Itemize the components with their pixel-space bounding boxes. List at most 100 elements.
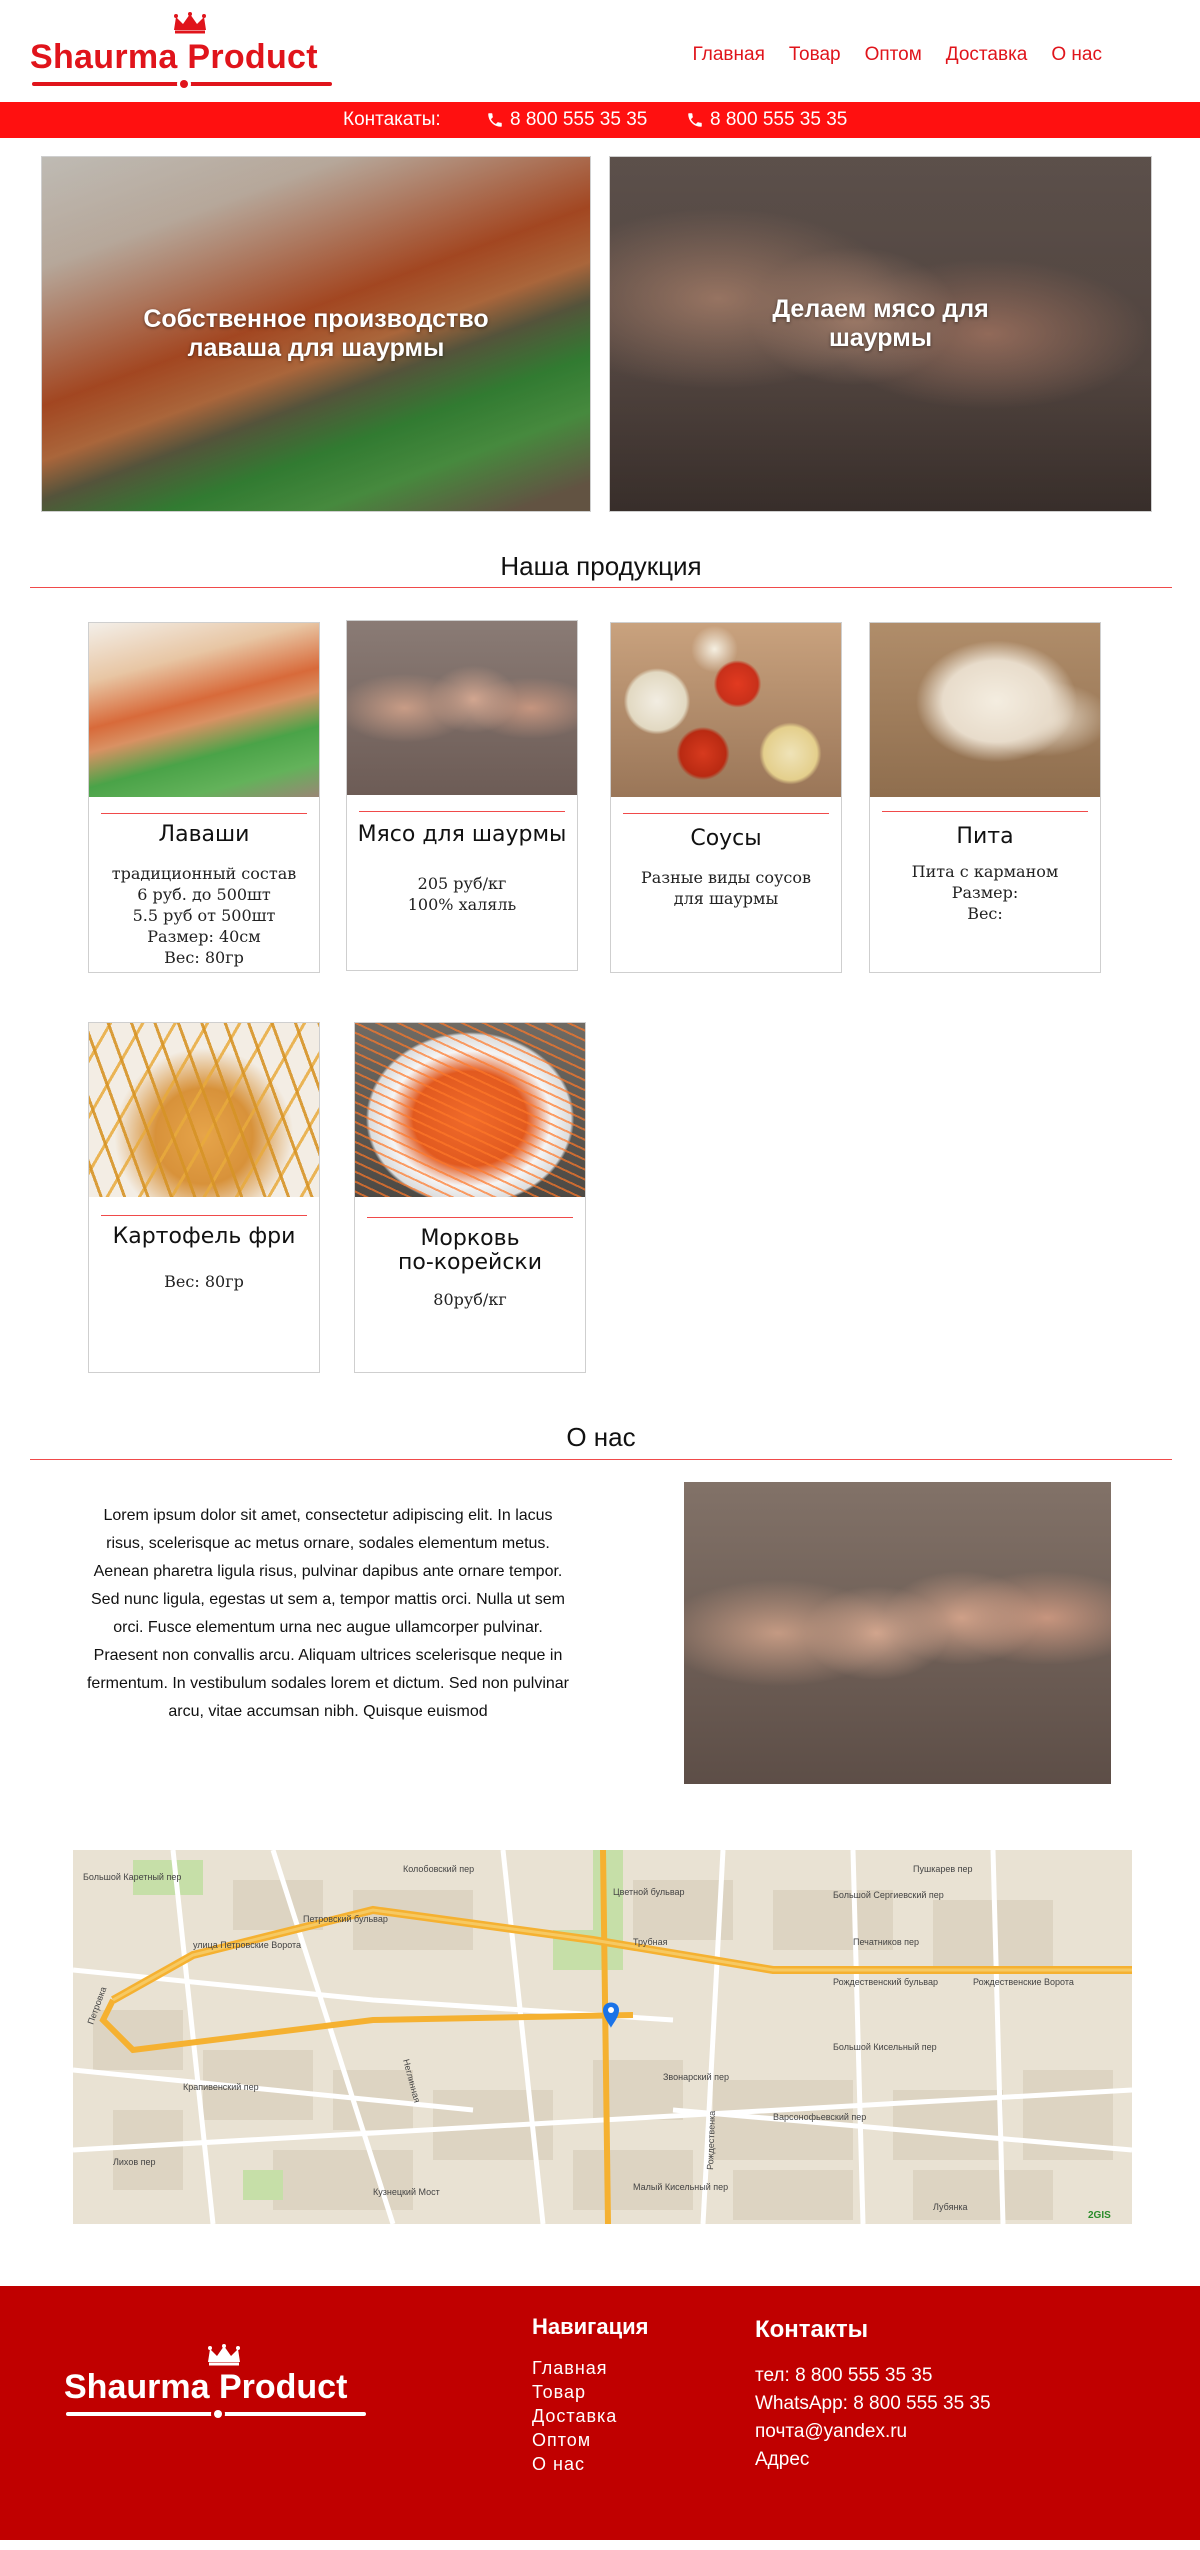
- product-card-meat[interactable]: Мясо для шаурмы 205 руб/кг 100% халяль: [346, 620, 578, 971]
- svg-text:Петровский бульвар: Петровский бульвар: [303, 1914, 388, 1924]
- product-desc-line: для шаурмы: [673, 889, 779, 908]
- phone-icon: [688, 113, 702, 127]
- footer-nav-title: Навигация: [532, 2314, 649, 2339]
- site-logo[interactable]: Shaurma Product: [30, 10, 340, 90]
- product-image: [355, 1023, 585, 1197]
- hero-caption-line: лаваша для шаурмы: [187, 334, 445, 362]
- section-divider: [30, 587, 1172, 588]
- product-desc-line: 5.5 руб от 500шт: [132, 906, 276, 925]
- product-card-sauces[interactable]: Соусы Разные виды соусов для шаурмы: [610, 622, 842, 973]
- product-title-line: по-корейски: [397, 1250, 542, 1275]
- brand-underline-dot: [180, 80, 188, 88]
- svg-text:улица Петровские Ворота: улица Петровские Ворота: [193, 1940, 301, 1950]
- product-description: 205 руб/кг 100% халяль: [347, 873, 577, 915]
- svg-text:Большой Кисельный пер: Большой Кисельный пер: [833, 2042, 937, 2052]
- product-desc-line: 6 руб. до 500шт: [137, 885, 271, 904]
- svg-text:Малый Кисельный пер: Малый Кисельный пер: [633, 2182, 728, 2192]
- footer-whatsapp[interactable]: WhatsApp: 8 800 555 35 35: [755, 2390, 991, 2418]
- svg-text:Лубянка: Лубянка: [933, 2202, 968, 2212]
- nav-link-product[interactable]: Товар: [789, 44, 841, 66]
- phone-number-2: 8 800 555 35 35: [710, 109, 848, 130]
- phone-link-1[interactable]: 8 800 555 35 35: [486, 109, 647, 131]
- svg-text:Большой Сергиевский пер: Большой Сергиевский пер: [833, 1890, 944, 1900]
- product-title: Морковь по-корейски: [355, 1227, 585, 1275]
- site-header: Shaurma Product Главная Товар Оптом Дост…: [0, 0, 1200, 102]
- card-divider: [101, 1215, 307, 1216]
- product-card-fries[interactable]: Картофель фри Вес: 80гр: [88, 1022, 320, 1373]
- footer-nav-link-wholesale[interactable]: Оптом: [532, 2428, 617, 2452]
- phone-link-2[interactable]: 8 800 555 35 35: [686, 109, 847, 131]
- product-card-lavash[interactable]: Лаваши традиционный состав 6 руб. до 500…: [88, 622, 320, 973]
- main-nav: Главная Товар Оптом Доставка О нас: [693, 44, 1102, 66]
- product-description: 80руб/кг: [355, 1289, 585, 1310]
- card-divider: [101, 813, 307, 814]
- contact-bar-label: Контакаты:: [343, 109, 441, 130]
- svg-text:Варсонофьевский пер: Варсонофьевский пер: [773, 2112, 866, 2122]
- product-desc-line: 80руб/кг: [433, 1290, 507, 1309]
- product-card-pita[interactable]: Пита Пита с карманом Размер: Вес:: [869, 622, 1101, 973]
- footer-nav-link-about[interactable]: О нас: [532, 2452, 617, 2476]
- footer-contacts: тел: 8 800 555 35 35 WhatsApp: 8 800 555…: [755, 2362, 991, 2474]
- hero-banner-meat[interactable]: Делаем мясо для шаурмы: [609, 156, 1152, 512]
- product-desc-line: Размер: 40см: [147, 927, 261, 946]
- product-image: [347, 621, 577, 795]
- product-title: Лаваши: [158, 822, 250, 847]
- footer-brand-name: Shaurma Product: [64, 2368, 348, 2406]
- product-desc-line: Пита с карманом: [911, 862, 1059, 881]
- product-description: Пита с карманом Размер: Вес:: [870, 861, 1100, 924]
- map-canvas: Петровский бульвар Рождественский бульва…: [73, 1850, 1132, 2224]
- product-image: [89, 623, 319, 797]
- footer-contacts-title: Контакты: [755, 2316, 869, 2343]
- svg-text:Крапивенский пер: Крапивенский пер: [183, 2082, 259, 2092]
- footer-phone[interactable]: тел: 8 800 555 35 35: [755, 2362, 991, 2390]
- product-description: Разные виды соусов для шаурмы: [611, 867, 841, 909]
- nav-link-about[interactable]: О нас: [1051, 44, 1102, 66]
- brand-name: Shaurma Product: [30, 38, 318, 76]
- product-card-carrot[interactable]: Морковь по-корейски 80руб/кг: [354, 1022, 586, 1373]
- hero-banner-lavash[interactable]: Собственное производство лаваша для шаур…: [41, 156, 591, 512]
- product-title: Картофель фри: [112, 1224, 296, 1249]
- product-desc-line: традиционный состав: [111, 864, 297, 883]
- phone-icon: [488, 113, 502, 127]
- svg-text:Звонарский пер: Звонарский пер: [663, 2072, 729, 2082]
- footer-nav-link-home[interactable]: Главная: [532, 2356, 617, 2380]
- footer-nav: Главная Товар Доставка Оптом О нас: [532, 2356, 617, 2476]
- svg-text:Рождественский бульвар: Рождественский бульвар: [833, 1977, 938, 1987]
- footer-address: Адрес: [755, 2449, 810, 2470]
- nav-link-home[interactable]: Главная: [693, 44, 765, 66]
- svg-text:Лихов пер: Лихов пер: [113, 2157, 156, 2167]
- product-desc-line: Разные виды соусов: [641, 868, 811, 887]
- footer-logo[interactable]: Shaurma Product: [64, 2342, 374, 2422]
- contact-bar: Контакаты: 8 800 555 35 35 8 800 555 35 …: [0, 102, 1200, 138]
- hero-caption-line: Делаем мясо для: [772, 295, 989, 323]
- svg-text:Колобовский пер: Колобовский пер: [403, 1864, 474, 1874]
- svg-text:Рождественские Ворота: Рождественские Ворота: [973, 1977, 1074, 1987]
- crown-icon: [174, 12, 206, 34]
- svg-text:Трубная: Трубная: [633, 1937, 668, 1947]
- product-desc-line: Размер:: [951, 883, 1019, 902]
- hero-caption-line: шаурмы: [828, 324, 933, 352]
- footer-nav-link-product[interactable]: Товар: [532, 2380, 617, 2404]
- product-description: традиционный состав 6 руб. до 500шт 5.5 …: [89, 863, 319, 968]
- nav-link-wholesale[interactable]: Оптом: [865, 44, 922, 66]
- svg-text:Кузнецкий Мост: Кузнецкий Мост: [373, 2187, 440, 2197]
- footer-email[interactable]: почта@yandex.ru: [755, 2418, 991, 2446]
- site-footer: Shaurma Product Навигация Главная Товар …: [0, 2286, 1200, 2540]
- about-image: [684, 1482, 1111, 1784]
- product-image: [611, 623, 841, 797]
- nav-link-delivery[interactable]: Доставка: [946, 44, 1028, 66]
- footer-nav-link-delivery[interactable]: Доставка: [532, 2404, 617, 2428]
- product-image: [89, 1023, 319, 1197]
- svg-text:Печатников пер: Печатников пер: [853, 1937, 919, 1947]
- card-divider: [367, 1217, 573, 1218]
- phone-number-1: 8 800 555 35 35: [510, 109, 648, 130]
- footer-brand-underline-dot: [214, 2410, 222, 2418]
- location-map[interactable]: Петровский бульвар Рождественский бульва…: [73, 1850, 1132, 2224]
- product-desc-line: Вес: 80гр: [164, 948, 244, 967]
- product-desc-line: Вес:: [967, 904, 1003, 923]
- map-attribution: 2GIS: [1088, 2210, 1111, 2221]
- product-desc-line: 100% халяль: [407, 895, 517, 914]
- product-title: Мясо для шаурмы: [357, 822, 567, 847]
- section-divider: [30, 1459, 1172, 1460]
- about-section-title: О нас: [566, 1422, 636, 1452]
